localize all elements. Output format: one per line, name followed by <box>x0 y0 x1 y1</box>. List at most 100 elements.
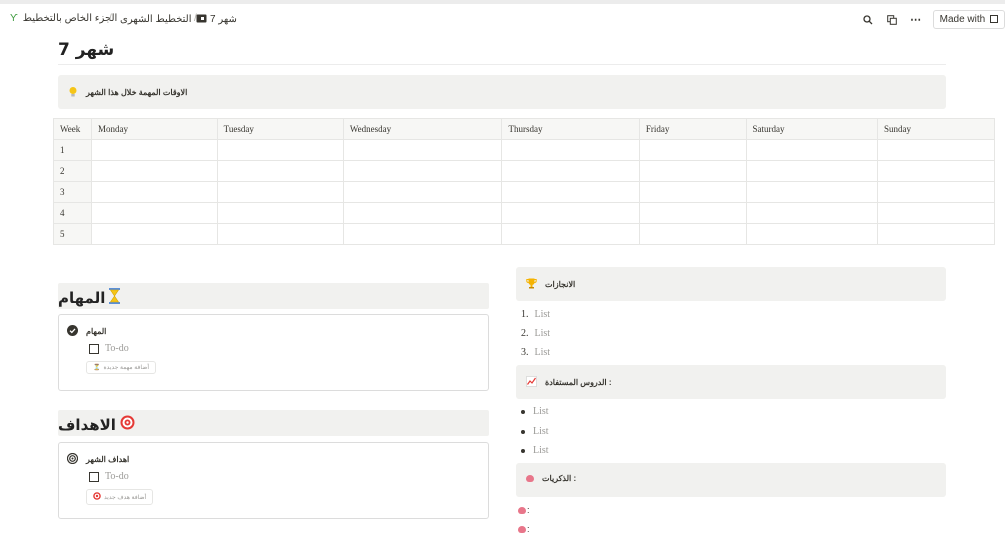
table-row: 1 <box>53 139 995 161</box>
table-cell[interactable] <box>216 202 344 224</box>
table-cell[interactable] <box>638 181 747 203</box>
important-times-callout[interactable]: الاوقات المهمة خلال هذا الشهر <box>58 75 946 109</box>
table-cell[interactable] <box>342 160 503 182</box>
column-header[interactable]: Tuesday <box>216 118 344 140</box>
table-cell[interactable] <box>501 223 640 245</box>
list-item[interactable]: List <box>521 406 549 417</box>
made-with-label: Made with <box>939 14 986 25</box>
todo-item[interactable]: To-do <box>89 343 129 354</box>
table-cell[interactable] <box>638 160 747 182</box>
table-cell[interactable] <box>342 223 503 245</box>
todo-checkbox[interactable] <box>89 343 99 354</box>
breadcrumb-current-label: شهر 7 <box>210 14 237 25</box>
more-icon[interactable]: ⋯ <box>909 13 923 27</box>
week-cell[interactable]: 5 <box>53 223 92 245</box>
breadcrumb-separator: / <box>109 13 112 24</box>
table-cell[interactable] <box>638 223 747 245</box>
lessons-heading: : الدروس المستفادة <box>545 378 612 387</box>
list-item[interactable]: 2. List <box>521 328 550 339</box>
search-icon[interactable] <box>861 13 875 27</box>
table-cell[interactable] <box>877 181 995 203</box>
memory-item[interactable]: : <box>518 524 530 534</box>
breadcrumb-root[interactable]: ϒ الجزء الخاص بالتخطيط <box>10 13 117 24</box>
table-cell[interactable] <box>877 223 995 245</box>
column-header[interactable]: Monday <box>91 118 218 140</box>
duplicate-icon[interactable] <box>885 13 899 27</box>
breadcrumb-current[interactable]: شهر 7 <box>196 13 237 26</box>
brain-icon <box>518 506 526 514</box>
table-cell[interactable] <box>745 223 879 245</box>
memory-item[interactable]: : <box>518 505 530 515</box>
table-cell[interactable] <box>638 139 747 161</box>
table-cell[interactable] <box>638 202 747 224</box>
table-cell[interactable] <box>216 181 344 203</box>
list-item[interactable]: 1. List <box>521 309 550 320</box>
table-cell[interactable] <box>501 160 640 182</box>
table-cell[interactable] <box>745 202 879 224</box>
week-cell[interactable]: 4 <box>53 202 92 224</box>
table-header-row: Week Monday Tuesday Wednesday Thursday F… <box>53 118 995 140</box>
table-cell[interactable] <box>501 139 640 161</box>
memories-heading: : الذكريات <box>542 474 577 483</box>
table-cell[interactable] <box>91 202 218 224</box>
table-cell[interactable] <box>91 160 218 182</box>
table-cell[interactable] <box>216 223 344 245</box>
bullet-icon <box>521 409 525 414</box>
list-text: List <box>534 309 551 320</box>
table-row: 3 <box>53 181 995 203</box>
column-header[interactable]: Thursday <box>501 118 640 140</box>
hourglass-icon <box>109 288 121 308</box>
table-cell[interactable] <box>216 139 344 161</box>
callout-text: الاوقات المهمة خلال هذا الشهر <box>86 87 188 97</box>
table-cell[interactable] <box>877 139 995 161</box>
list-item[interactable]: List <box>521 426 549 437</box>
column-header[interactable]: Week <box>53 118 92 140</box>
table-cell[interactable] <box>501 202 640 224</box>
table-cell[interactable] <box>91 181 218 203</box>
table-cell[interactable] <box>91 139 218 161</box>
add-task-button[interactable]: ⏳ أضافة مهمة جديدة <box>86 361 156 374</box>
table-row: 5 <box>53 223 995 245</box>
list-item[interactable]: List <box>521 445 549 456</box>
week-cell[interactable]: 3 <box>53 181 92 203</box>
column-header[interactable]: Saturday <box>745 118 879 140</box>
table-cell[interactable] <box>745 181 879 203</box>
list-item[interactable]: 3. List <box>521 347 550 358</box>
target-icon <box>93 492 101 502</box>
goals-heading[interactable]: الاهداف <box>58 416 116 434</box>
memories-callout[interactable]: : الذكريات <box>516 463 946 497</box>
add-goal-label: أضافة هدف جديد <box>104 494 147 501</box>
table-cell[interactable] <box>91 223 218 245</box>
page-title-block: شهر 7 <box>58 40 946 65</box>
table-cell[interactable] <box>501 181 640 203</box>
todo-item[interactable]: To-do <box>89 471 129 482</box>
page-title[interactable]: شهر 7 <box>58 40 114 60</box>
breadcrumb-middle-label: التخطيط الشهرى <box>120 14 192 25</box>
add-task-label: أضافة مهمة جديدة <box>103 365 149 371</box>
table-cell[interactable] <box>216 160 344 182</box>
add-goal-button[interactable]: أضافة هدف جديد <box>86 489 154 505</box>
tasks-box-title: المهام <box>86 327 107 336</box>
table-cell[interactable] <box>342 181 503 203</box>
column-header[interactable]: Wednesday <box>342 118 503 140</box>
table-cell[interactable] <box>342 202 503 224</box>
week-cell[interactable]: 1 <box>53 139 92 161</box>
list-text: List <box>533 426 549 437</box>
achievements-callout[interactable]: الانجازات <box>516 267 946 301</box>
week-cell[interactable]: 2 <box>53 160 92 182</box>
table-cell[interactable] <box>342 139 503 161</box>
goals-box-title: اهداف الشهر <box>86 455 130 464</box>
table-cell[interactable] <box>745 160 879 182</box>
todo-label: To-do <box>105 343 129 354</box>
column-header[interactable]: Sunday <box>877 118 995 140</box>
made-with-button[interactable]: Made with <box>932 10 1005 29</box>
todo-checkbox[interactable] <box>89 471 99 482</box>
table-cell[interactable] <box>877 202 995 224</box>
column-header[interactable]: Friday <box>638 118 747 140</box>
hourglass-icon: ⏳ <box>93 365 101 371</box>
memory-text: : <box>527 505 530 515</box>
lessons-callout[interactable]: : الدروس المستفادة <box>516 365 946 399</box>
tasks-heading[interactable]: المهام <box>58 289 105 307</box>
table-cell[interactable] <box>877 160 995 182</box>
table-cell[interactable] <box>745 139 879 161</box>
